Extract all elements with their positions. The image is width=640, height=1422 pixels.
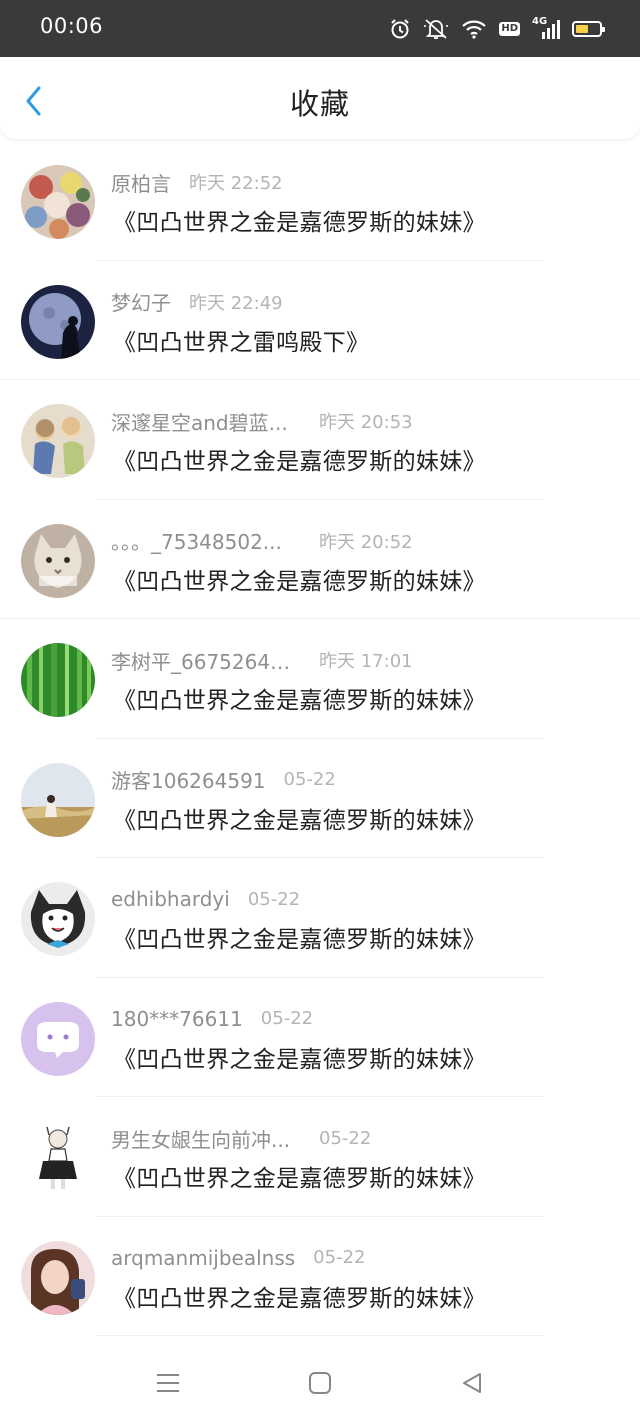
back-triangle-icon	[463, 1373, 481, 1393]
work-title[interactable]: 《凹凸世界之金是嘉德罗斯的妹妹》	[113, 1279, 486, 1313]
item-meta: 原柏言 昨天 22:52	[111, 168, 283, 196]
timestamp: 05-22	[247, 888, 301, 910]
list-item[interactable]: arqmanmijbealnss 05-22 《凹凸世界之金是嘉德罗斯的妹妹》	[0, 1217, 640, 1336]
home-button[interactable]	[300, 1368, 340, 1398]
status-bar: 00:06 HD 4G	[0, 0, 640, 57]
username[interactable]: 180***76611	[111, 1007, 243, 1031]
avatar[interactable]	[21, 523, 95, 598]
battery-icon	[572, 21, 605, 37]
list-item[interactable]: edhibhardyi 05-22 《凹凸世界之金是嘉德罗斯的妹妹》	[0, 858, 640, 978]
avatar[interactable]	[21, 762, 95, 837]
item-meta: 游客106264591 05-22	[111, 766, 336, 794]
work-title[interactable]: 《凹凸世界之金是嘉德罗斯的妹妹》	[113, 442, 486, 476]
header: 收藏	[0, 57, 640, 139]
work-title[interactable]: 《凹凸世界之金是嘉德罗斯的妹妹》	[113, 562, 486, 596]
avatar[interactable]	[21, 165, 95, 239]
list-item[interactable]: 梦幻子 昨天 22:49 《凹凸世界之雷鸣殿下》	[0, 261, 640, 380]
item-meta: 。。。_75348502... 昨天 20:52	[111, 527, 413, 555]
list-item[interactable]: 180***76611 05-22 《凹凸世界之金是嘉德罗斯的妹妹》	[0, 978, 640, 1097]
item-meta: 男生女龈生向前冲... 05-22	[111, 1124, 371, 1152]
username[interactable]: edhibhardyi	[111, 887, 230, 911]
work-title[interactable]: 《凹凸世界之金是嘉德罗斯的妹妹》	[113, 920, 486, 954]
username[interactable]: 游客106264591	[111, 765, 266, 794]
wifi-icon	[461, 19, 487, 39]
work-title[interactable]: 《凹凸世界之金是嘉德罗斯的妹妹》	[113, 203, 486, 237]
status-time: 00:06	[40, 14, 104, 38]
work-title[interactable]: 《凹凸世界之金是嘉德罗斯的妹妹》	[113, 801, 486, 835]
avatar[interactable]	[21, 1001, 95, 1076]
username[interactable]: 梦幻子	[111, 287, 171, 316]
list-item[interactable]: 男生女龈生向前冲... 05-22 《凹凸世界之金是嘉德罗斯的妹妹》	[0, 1097, 640, 1217]
timestamp: 昨天 22:49	[189, 292, 283, 314]
item-meta: 李树平_66752645... 昨天 17:01	[111, 646, 413, 674]
timestamp: 昨天 22:52	[189, 173, 283, 194]
menu-icon	[157, 1374, 179, 1392]
timestamp: 昨天 20:52	[319, 531, 413, 553]
timestamp: 昨天 17:01	[319, 651, 413, 672]
work-title[interactable]: 《凹凸世界之金是嘉德罗斯的妹妹》	[113, 1040, 486, 1074]
alarm-icon	[389, 18, 411, 40]
timestamp: 05-22	[283, 769, 336, 790]
username[interactable]: 。。。_75348502...	[111, 526, 301, 555]
avatar[interactable]	[21, 643, 95, 717]
home-square-icon	[309, 1372, 331, 1394]
hd-icon: HD	[499, 22, 520, 36]
work-title[interactable]: 《凹凸世界之雷鸣殿下》	[113, 323, 369, 357]
list-item[interactable]: 原柏言 昨天 22:52 《凹凸世界之金是嘉德罗斯的妹妹》	[0, 141, 640, 261]
work-title[interactable]: 《凹凸世界之金是嘉德罗斯的妹妹》	[113, 681, 486, 715]
divider	[96, 1335, 544, 1336]
item-meta: 180***76611 05-22	[111, 1005, 313, 1033]
status-icons: HD 4G	[389, 16, 605, 42]
battery-fill	[576, 25, 588, 33]
back-nav-button[interactable]	[452, 1368, 492, 1398]
username[interactable]: 男生女龈生向前冲...	[111, 1124, 301, 1153]
username[interactable]: 李树平_66752645...	[111, 646, 301, 675]
username[interactable]: 原柏言	[111, 168, 171, 197]
menu-button[interactable]	[148, 1368, 188, 1398]
timestamp: 05-22	[319, 1127, 372, 1149]
list-item[interactable]: 游客106264591 05-22 《凹凸世界之金是嘉德罗斯的妹妹》	[0, 739, 640, 858]
item-meta: 深邃星空and碧蓝... 昨天 20:53	[111, 407, 413, 435]
mute-icon	[423, 18, 449, 40]
item-meta: 梦幻子 昨天 22:49	[111, 288, 283, 316]
timestamp: 昨天 20:53	[319, 412, 413, 433]
timestamp: 05-22	[313, 1247, 366, 1268]
item-meta: edhibhardyi 05-22	[111, 885, 300, 913]
list-item[interactable]: 深邃星空and碧蓝... 昨天 20:53 《凹凸世界之金是嘉德罗斯的妹妹》	[0, 380, 640, 500]
username[interactable]: 深邃星空and碧蓝...	[111, 407, 301, 436]
avatar[interactable]	[21, 404, 95, 478]
avatar[interactable]	[21, 1240, 95, 1315]
avatar[interactable]	[21, 284, 95, 359]
list-item[interactable]: 。。。_75348502... 昨天 20:52 《凹凸世界之金是嘉德罗斯的妹妹…	[0, 500, 640, 619]
system-nav-bar	[0, 1350, 640, 1422]
timestamp: 05-22	[260, 1008, 314, 1029]
favorites-list: 原柏言 昨天 22:52 《凹凸世界之金是嘉德罗斯的妹妹》 梦幻子 昨天 22:…	[0, 141, 640, 1336]
signal-icon: 4G	[532, 16, 560, 40]
avatar[interactable]	[21, 1121, 95, 1195]
list-item[interactable]: 李树平_66752645... 昨天 17:01 《凹凸世界之金是嘉德罗斯的妹妹…	[0, 619, 640, 739]
item-meta: arqmanmijbealnss 05-22	[111, 1244, 365, 1272]
work-title[interactable]: 《凹凸世界之金是嘉德罗斯的妹妹》	[113, 1159, 486, 1193]
username[interactable]: arqmanmijbealnss	[111, 1246, 295, 1270]
avatar[interactable]	[21, 882, 95, 956]
page-title: 收藏	[289, 87, 350, 121]
